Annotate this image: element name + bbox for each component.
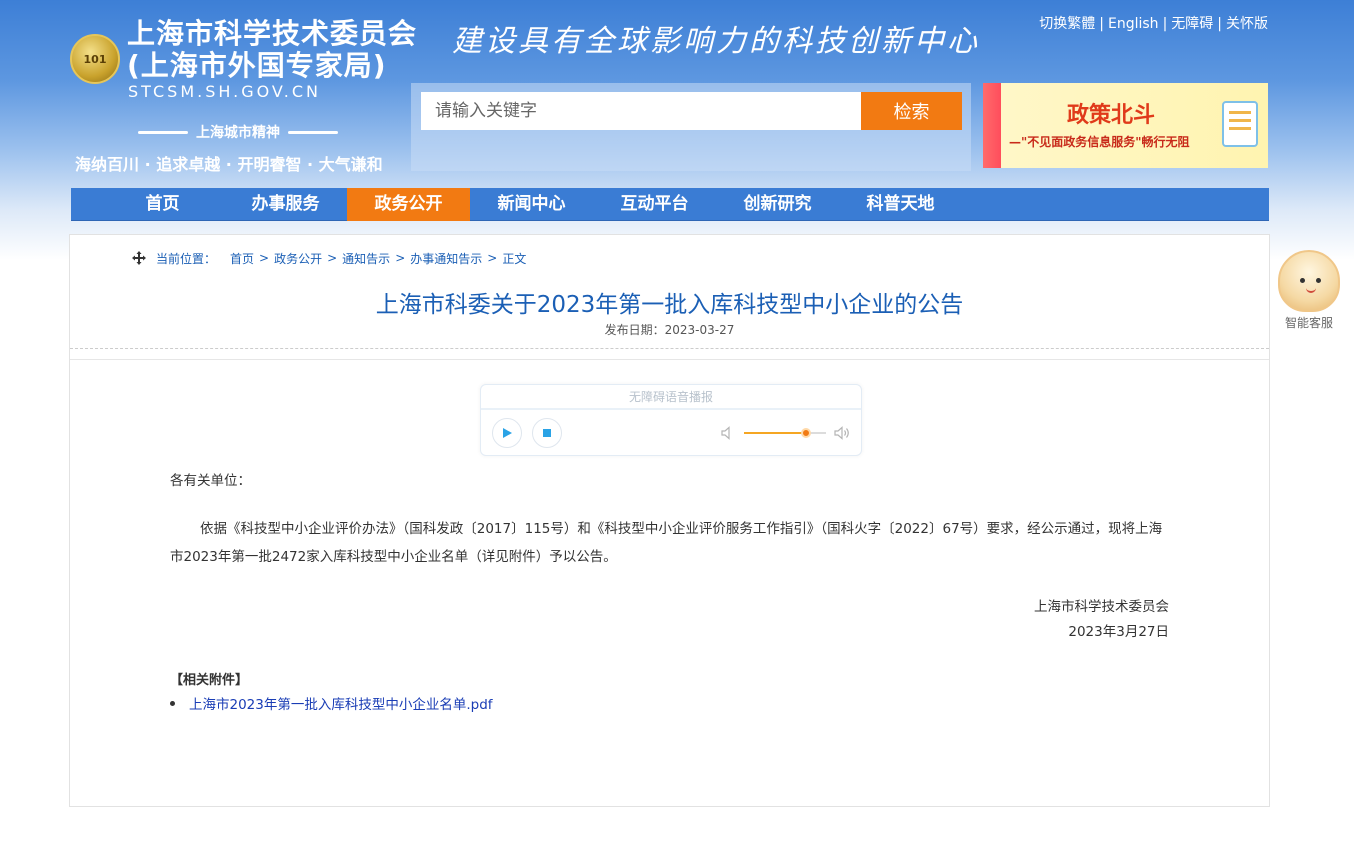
breadcrumb-separator: > — [395, 251, 406, 265]
attachments-heading: 【相关附件】 — [170, 673, 249, 688]
city-spirit-label-text: 上海城市精神 — [196, 125, 280, 141]
audio-player: 无障碍语音播报 — [480, 384, 862, 456]
breadcrumb-label: 当前位置： — [156, 251, 217, 266]
breadcrumb: 当前位置： 首页 > 政务公开 > 通知告示 > 办事通知告示 > 正文 — [130, 249, 526, 267]
publish-date: 发布日期：2023-03-27 — [604, 323, 735, 337]
nav-interaction[interactable]: 互动平台 — [593, 188, 716, 221]
signature-organization: 上海市科学技术委员会 — [1034, 599, 1169, 615]
slogan: 建设具有全球影响力的科技创新中心 — [452, 24, 980, 59]
play-button[interactable] — [492, 418, 522, 448]
attachments-list: 上海市2023年第一批入库科技型中小企业名单.pdf — [170, 693, 493, 713]
separator: | — [1099, 16, 1104, 32]
policy-banner[interactable]: 政策北斗 —"不见面政务信息服务"畅行无阻 — [983, 83, 1268, 168]
smart-customer-service[interactable]: 智能客服 — [1276, 250, 1342, 334]
link-accessibility[interactable]: 无障碍 — [1171, 16, 1213, 32]
audio-player-title: 无障碍语音播报 — [481, 385, 861, 410]
search-button[interactable]: 检索 — [861, 92, 962, 130]
stop-button[interactable] — [532, 418, 562, 448]
volume-slider[interactable] — [744, 428, 826, 438]
separator: | — [1217, 16, 1222, 32]
mascot-icon — [1278, 250, 1340, 312]
attachment-item: 上海市2023年第一批入库科技型中小企业名单.pdf — [170, 693, 493, 713]
article-card: 当前位置： 首页 > 政务公开 > 通知告示 > 办事通知告示 > 正文 上海市科委关于… — [69, 234, 1270, 807]
site-title-line1: 上海市科学技术委员会 — [127, 17, 418, 50]
smart-service-label: 智能客服 — [1284, 316, 1333, 330]
city-spirit-text: 海纳百川 · 追求卓越 · 开明睿智 · 大气谦和 — [75, 155, 383, 174]
letter-body: 依据《科技型中小企业评价办法》（国科发政〔2017〕115号）和《科技型中小企业… — [170, 521, 1163, 565]
main-nav: 首页 办事服务 政务公开 新闻中心 互动平台 创新研究 科普天地 — [71, 188, 1269, 221]
separator: | — [1162, 16, 1168, 32]
letter-greeting: 各有关单位： — [170, 473, 251, 489]
breadcrumb-home[interactable]: 首页 — [230, 250, 254, 267]
city-spirit-label: 上海城市精神 — [128, 122, 348, 142]
attachment-link[interactable]: 上海市2023年第一批入库科技型中小企业名单.pdf — [189, 693, 493, 713]
breadcrumb-notices[interactable]: 通知告示 — [342, 250, 390, 267]
site-emblem[interactable]: 101 — [70, 34, 120, 84]
nav-innovation[interactable]: 创新研究 — [716, 188, 839, 221]
nav-news[interactable]: 新闻中心 — [470, 188, 593, 221]
site-domain: STCSM.SH.GOV.CN — [128, 82, 322, 101]
top-links: 切换繁體 | English | 无障碍 | 关怀版 — [1039, 13, 1268, 33]
divider — [70, 359, 1269, 360]
stop-icon — [543, 429, 551, 437]
link-traditional-chinese[interactable]: 切换繁體 — [1039, 16, 1095, 32]
nav-services[interactable]: 办事服务 — [224, 188, 347, 221]
play-icon — [503, 428, 512, 438]
breadcrumb-separator: > — [487, 251, 498, 265]
breadcrumb-gov-affairs[interactable]: 政务公开 — [274, 250, 322, 267]
volume-low-icon[interactable] — [721, 425, 735, 444]
site-title-line2: (上海市外国专家局) — [127, 49, 387, 82]
site-title[interactable]: 上海市科学技术委员会 (上海市外国专家局) — [127, 18, 417, 82]
move-icon — [130, 249, 148, 267]
search-input[interactable] — [421, 92, 861, 130]
search-box: 检索 — [411, 83, 971, 171]
article-title: 上海市科委关于2023年第一批入库科技型中小企业的公告 — [375, 292, 964, 318]
document-icon — [1222, 101, 1258, 147]
bullet-icon — [170, 700, 175, 706]
nav-gov-affairs[interactable]: 政务公开 — [347, 188, 470, 221]
banner-subtitle: —"不见面政务信息服务"畅行无阻 — [1009, 135, 1190, 149]
breadcrumb-current[interactable]: 正文 — [502, 250, 526, 267]
volume-fill — [744, 432, 806, 434]
breadcrumb-separator: > — [259, 251, 270, 265]
volume-knob[interactable] — [800, 428, 811, 438]
nav-science-pop[interactable]: 科普天地 — [839, 188, 962, 221]
link-elderly-mode[interactable]: 关怀版 — [1226, 16, 1268, 32]
divider — [70, 348, 1269, 349]
nav-home[interactable]: 首页 — [101, 188, 224, 221]
signature-date: 2023年3月27日 — [1068, 624, 1169, 640]
breadcrumb-service-notices[interactable]: 办事通知告示 — [410, 250, 482, 267]
link-english[interactable]: English — [1108, 16, 1159, 32]
banner-title: 政策北斗 — [1067, 103, 1156, 128]
breadcrumb-separator: > — [327, 251, 338, 265]
volume-high-icon[interactable] — [834, 425, 850, 444]
